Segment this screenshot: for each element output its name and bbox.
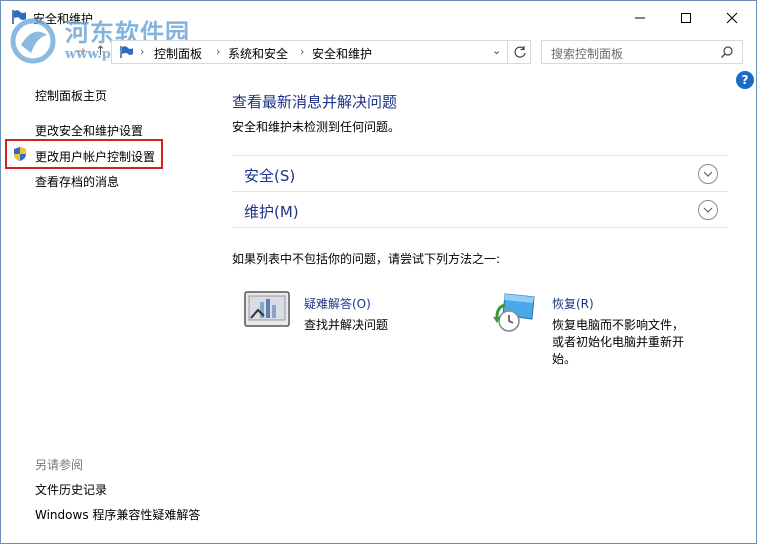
uac-shield-icon bbox=[14, 147, 26, 161]
sidebar-item-view-archived-messages[interactable]: 查看存档的消息 bbox=[35, 173, 119, 190]
search-box[interactable]: 搜索控制面板 bbox=[541, 40, 743, 64]
breadcrumb-security-maintenance[interactable]: 安全和维护 bbox=[312, 45, 372, 62]
section-divider bbox=[232, 227, 728, 228]
sidebar-home-link[interactable]: 控制面板主页 bbox=[35, 87, 107, 104]
chevron-down-icon[interactable]: ⌄ bbox=[492, 44, 501, 57]
close-button[interactable] bbox=[709, 1, 755, 35]
troubleshoot-desc: 查找并解决问题 bbox=[304, 318, 389, 332]
breadcrumb-system-security[interactable]: 系统和安全 bbox=[228, 45, 288, 62]
crumb-separator-icon[interactable]: › bbox=[216, 45, 220, 58]
recovery-desc-line-2: 或者初始化电脑并重新开 bbox=[552, 335, 685, 349]
recovery-link[interactable]: 恢复(R) bbox=[552, 295, 594, 312]
recovery-icon[interactable] bbox=[491, 291, 537, 333]
see-also-file-history[interactable]: 文件历史记录 bbox=[35, 481, 107, 498]
troubleshoot-icon[interactable] bbox=[244, 290, 290, 330]
chevron-down-icon[interactable] bbox=[698, 164, 718, 184]
refresh-icon bbox=[513, 46, 526, 58]
minimize-icon bbox=[635, 17, 645, 19]
chevron-down-icon[interactable] bbox=[698, 200, 718, 220]
hint-text: 如果列表中不包括你的问题，请尝试下列方法之一: bbox=[232, 252, 501, 266]
crumb-separator-icon[interactable]: › bbox=[140, 45, 144, 58]
recovery-desc-line-3: 始。 bbox=[552, 352, 577, 366]
section-maintenance-label[interactable]: 维护(M) bbox=[244, 201, 299, 222]
page-title: 查看最新消息并解决问题 bbox=[232, 93, 398, 111]
sidebar-item-change-uac-settings[interactable]: 更改用户帐户控制设置 bbox=[35, 148, 155, 165]
forward-icon[interactable]: → bbox=[75, 44, 86, 59]
maximize-button[interactable] bbox=[663, 1, 709, 35]
help-icon[interactable]: ? bbox=[736, 71, 754, 89]
up-icon[interactable]: ↑ bbox=[95, 44, 106, 59]
section-security[interactable]: 安全(S) bbox=[232, 155, 728, 191]
recovery-desc-line-1: 恢复电脑而不影响文件， bbox=[552, 318, 685, 332]
search-placeholder[interactable]: 搜索控制面板 bbox=[551, 45, 623, 62]
section-maintenance[interactable]: 维护(M) bbox=[232, 191, 728, 227]
minimize-button[interactable] bbox=[617, 1, 663, 35]
refresh-button[interactable] bbox=[507, 40, 531, 64]
sidebar-item-change-security-settings[interactable]: 更改安全和维护设置 bbox=[35, 122, 143, 139]
close-icon bbox=[726, 12, 738, 24]
search-icon[interactable] bbox=[720, 45, 734, 59]
troubleshoot-link[interactable]: 疑难解答(O) bbox=[304, 295, 371, 312]
address-bar[interactable]: › 控制面板 › 系统和安全 › 安全和维护 ⌄ bbox=[111, 40, 531, 64]
see-also-compat-troubleshooter[interactable]: Windows 程序兼容性疑难解答 bbox=[35, 506, 200, 523]
breadcrumb-control-panel[interactable]: 控制面板 bbox=[154, 45, 202, 62]
crumb-separator-icon[interactable]: › bbox=[300, 45, 304, 58]
section-security-label[interactable]: 安全(S) bbox=[244, 165, 295, 186]
control-panel-icon bbox=[120, 46, 133, 58]
see-also-heading: 另请参阅 bbox=[35, 458, 84, 472]
status-text: 安全和维护未检测到任何问题。 bbox=[232, 120, 401, 134]
navigation-bar: → ↑ › 控制面板 › 系统和安全 › 安全和维护 ⌄ 搜索控制面板 bbox=[1, 37, 756, 67]
maximize-icon bbox=[681, 13, 691, 23]
